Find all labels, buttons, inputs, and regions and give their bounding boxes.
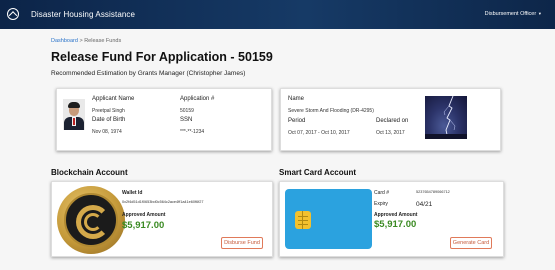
- breadcrumb-separator: >: [79, 38, 83, 44]
- disaster-card: Name Severe Storm And Flooding (DR-4295)…: [280, 88, 501, 151]
- applicant-name: Preetpal Singh: [92, 108, 125, 114]
- user-role-menu[interactable]: Disbursement Officer ▾: [485, 11, 541, 17]
- blockchain-amount-label: Approved Amount: [122, 212, 166, 218]
- breadcrumb-dashboard-link[interactable]: Dashboard: [51, 38, 78, 44]
- wallet-id-value: 0x2f4d51d1f0653bd0c564c2ace4ff1a41e60f6f…: [122, 200, 204, 204]
- ssn-label: SSN: [180, 117, 193, 123]
- blockchain-approved-amount: $5,917.00: [122, 220, 165, 231]
- blockchain-section-title: Blockchain Account: [51, 168, 128, 177]
- period-value: Oct 07, 2017 - Oct 10, 2017: [288, 130, 350, 136]
- storm-image: [425, 96, 467, 139]
- application-number-label: Application #: [180, 96, 215, 102]
- crypto-coin-icon: [57, 186, 125, 254]
- disburse-fund-button[interactable]: Disburse Fund: [221, 237, 263, 249]
- applicant-name-label: Applicant Name: [92, 96, 135, 102]
- application-number: 50159: [180, 108, 194, 114]
- breadcrumb: Dashboard > Release Funds: [51, 38, 121, 44]
- page-subtitle: Recommended Estimation by Grants Manager…: [51, 70, 246, 77]
- user-role-label: Disbursement Officer: [484, 11, 537, 17]
- page-title: Release Fund For Application - 50159: [51, 50, 273, 64]
- declared-on-value: Oct 13, 2017: [376, 130, 405, 136]
- app-title: Disaster Housing Assistance: [31, 10, 136, 19]
- breadcrumb-current: Release Funds: [84, 38, 122, 44]
- smart-card-icon: [285, 189, 372, 249]
- card-number-value: 5237654789066712: [416, 190, 450, 194]
- wallet-id-label: Wallet Id: [122, 190, 143, 196]
- disaster-name-label: Name: [288, 96, 305, 102]
- card-chip-icon: [295, 211, 311, 229]
- applicant-card: Applicant Name Preetpal Singh Applicatio…: [56, 88, 272, 151]
- dob-value: Nov 08, 1974: [92, 129, 122, 135]
- ssn-value: ***-**-1234: [180, 129, 205, 135]
- expiry-label: Expiry: [374, 201, 388, 207]
- card-number-label: Card #: [374, 190, 390, 196]
- home-circle-icon[interactable]: [7, 8, 19, 20]
- smartcard-card: Card # 5237654789066712 Expiry 04/21 App…: [279, 181, 504, 257]
- chevron-down-icon: ▾: [538, 11, 541, 16]
- declared-on-label: Declared on: [376, 118, 409, 124]
- period-label: Period: [288, 118, 306, 124]
- generate-card-button[interactable]: Generate Card: [450, 237, 492, 249]
- top-navigation-bar: Disaster Housing Assistance Disbursement…: [0, 0, 555, 29]
- smartcard-approved-amount: $5,917.00: [374, 219, 417, 230]
- blockchain-card: Wallet Id 0x2f4d51d1f0653bd0c564c2ace4ff…: [51, 181, 273, 257]
- avatar: [63, 99, 85, 130]
- dob-label: Date of Birth: [92, 117, 126, 123]
- smartcard-amount-label: Approved Amount: [374, 212, 418, 218]
- smartcard-section-title: Smart Card Account: [279, 168, 357, 177]
- expiry-value: 04/21: [416, 201, 433, 208]
- disaster-name: Severe Storm And Flooding (DR-4295): [288, 108, 374, 114]
